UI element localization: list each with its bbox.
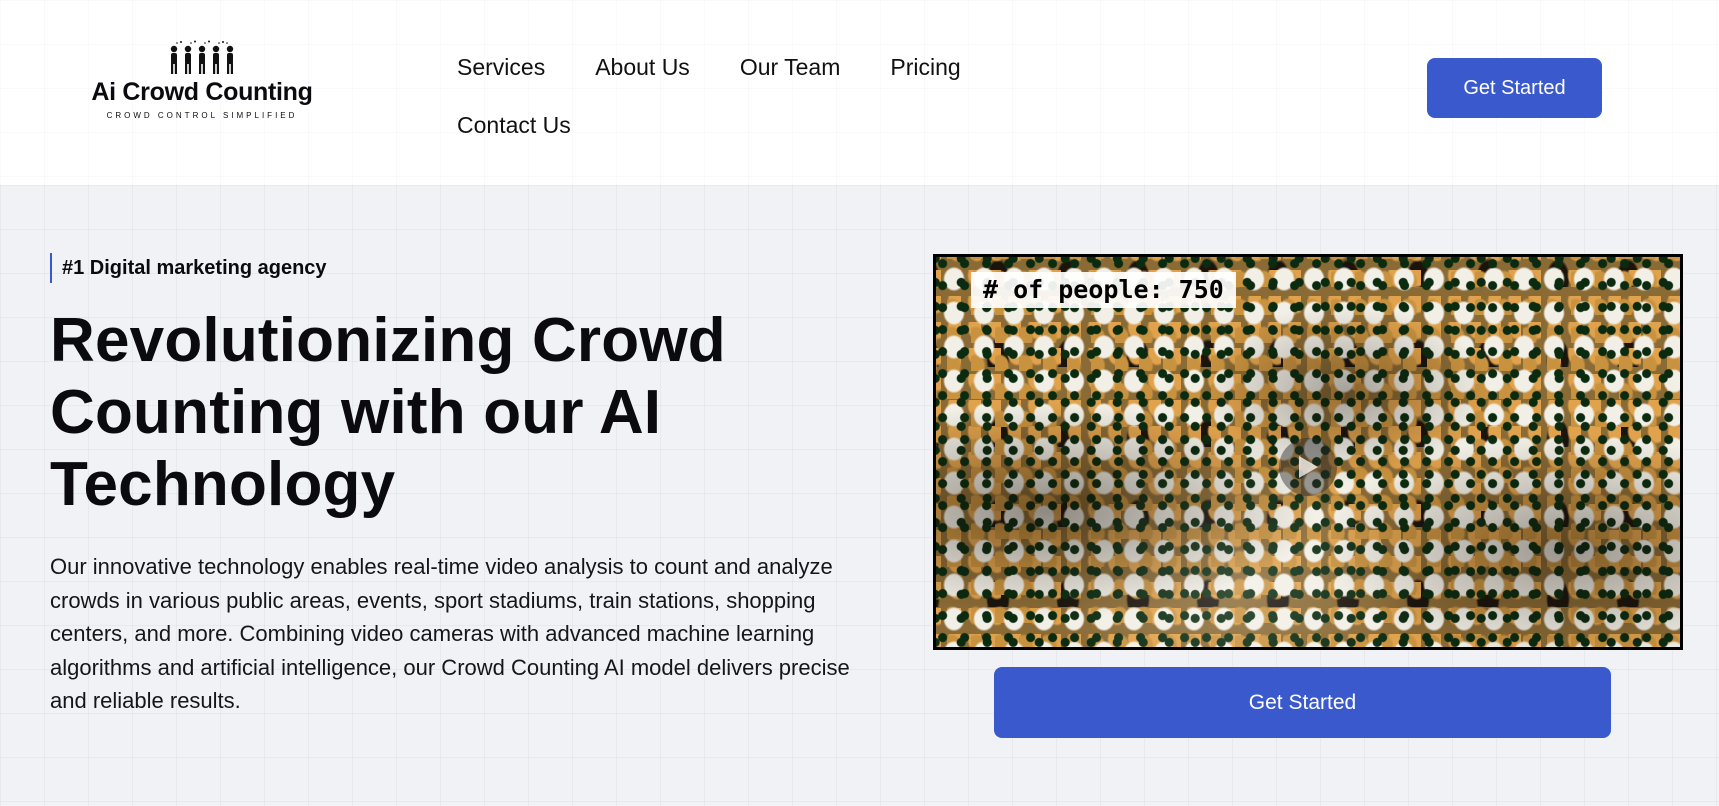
hero-headline: Revolutionizing Crowd Counting with our … <box>50 306 726 519</box>
play-icon[interactable] <box>1279 438 1337 496</box>
crowd-people-icon <box>170 40 234 74</box>
header-get-started-button[interactable]: Get Started <box>1427 58 1602 118</box>
main-nav: Services About Us Our Team Pricing Conta… <box>457 38 1017 154</box>
nav-item-our-team[interactable]: Our Team <box>740 38 841 96</box>
brand-logo[interactable]: Ai Crowd Counting CROWD CONTROL SIMPLIFI… <box>84 40 320 132</box>
brand-name: Ai Crowd Counting <box>91 78 313 106</box>
site-header: Ai Crowd Counting CROWD CONTROL SIMPLIFI… <box>0 0 1719 185</box>
people-count-overlay: # of people: 750 <box>971 272 1236 308</box>
hero-get-started-button[interactable]: Get Started <box>994 667 1611 738</box>
hero-description: Our innovative technology enables real-t… <box>50 554 850 713</box>
hero-eyebrow: #1 Digital marketing agency <box>50 253 327 283</box>
brand-tagline: CROWD CONTROL SIMPLIFIED <box>106 111 298 120</box>
hero-section: #1 Digital marketing agency Revolutioniz… <box>0 185 1719 806</box>
nav-item-pricing[interactable]: Pricing <box>890 38 960 96</box>
nav-item-contact-us[interactable]: Contact Us <box>457 96 571 154</box>
nav-item-about-us[interactable]: About Us <box>595 38 690 96</box>
hero-video[interactable]: # of people: 750 <box>933 254 1683 650</box>
nav-item-services[interactable]: Services <box>457 38 545 96</box>
